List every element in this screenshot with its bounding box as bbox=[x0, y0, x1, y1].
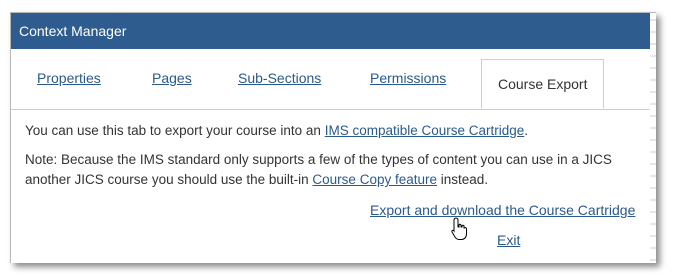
tab-properties[interactable]: Properties bbox=[37, 70, 101, 86]
tab-pages[interactable]: Pages bbox=[152, 70, 192, 86]
tab-permissions[interactable]: Permissions bbox=[370, 70, 446, 86]
tab-bar: Properties Pages Sub-Sections Permission… bbox=[11, 49, 656, 110]
panel-title: Context Manager bbox=[19, 23, 127, 39]
panel-header: Context Manager bbox=[11, 13, 656, 49]
export-download-link[interactable]: Export and download the Course Cartridge bbox=[370, 202, 635, 218]
note-text-end: instead. bbox=[437, 172, 489, 187]
note-text-start: another JICS course you should use the b… bbox=[25, 172, 313, 187]
note-text-line2: another JICS course you should use the b… bbox=[25, 170, 656, 190]
tab-course-export[interactable]: Course Export bbox=[481, 59, 605, 109]
tab-content: You can use this tab to export your cour… bbox=[25, 121, 656, 190]
tab-sub-sections[interactable]: Sub-Sections bbox=[238, 70, 321, 86]
course-copy-link[interactable]: Course Copy feature bbox=[312, 172, 437, 187]
ims-cartridge-link[interactable]: IMS compatible Course Cartridge bbox=[325, 123, 525, 138]
note-text-line1: Note: Because the IMS standard only supp… bbox=[25, 152, 612, 167]
exit-link[interactable]: Exit bbox=[497, 232, 520, 248]
hand-pointer-icon bbox=[451, 217, 467, 240]
intro-text-end: . bbox=[524, 123, 529, 138]
intro-text-start: You can use this tab to export your cour… bbox=[25, 123, 325, 138]
intro-text: You can use this tab to export your cour… bbox=[25, 121, 656, 141]
context-manager-panel: Context Manager Properties Pages Sub-Sec… bbox=[10, 12, 656, 263]
